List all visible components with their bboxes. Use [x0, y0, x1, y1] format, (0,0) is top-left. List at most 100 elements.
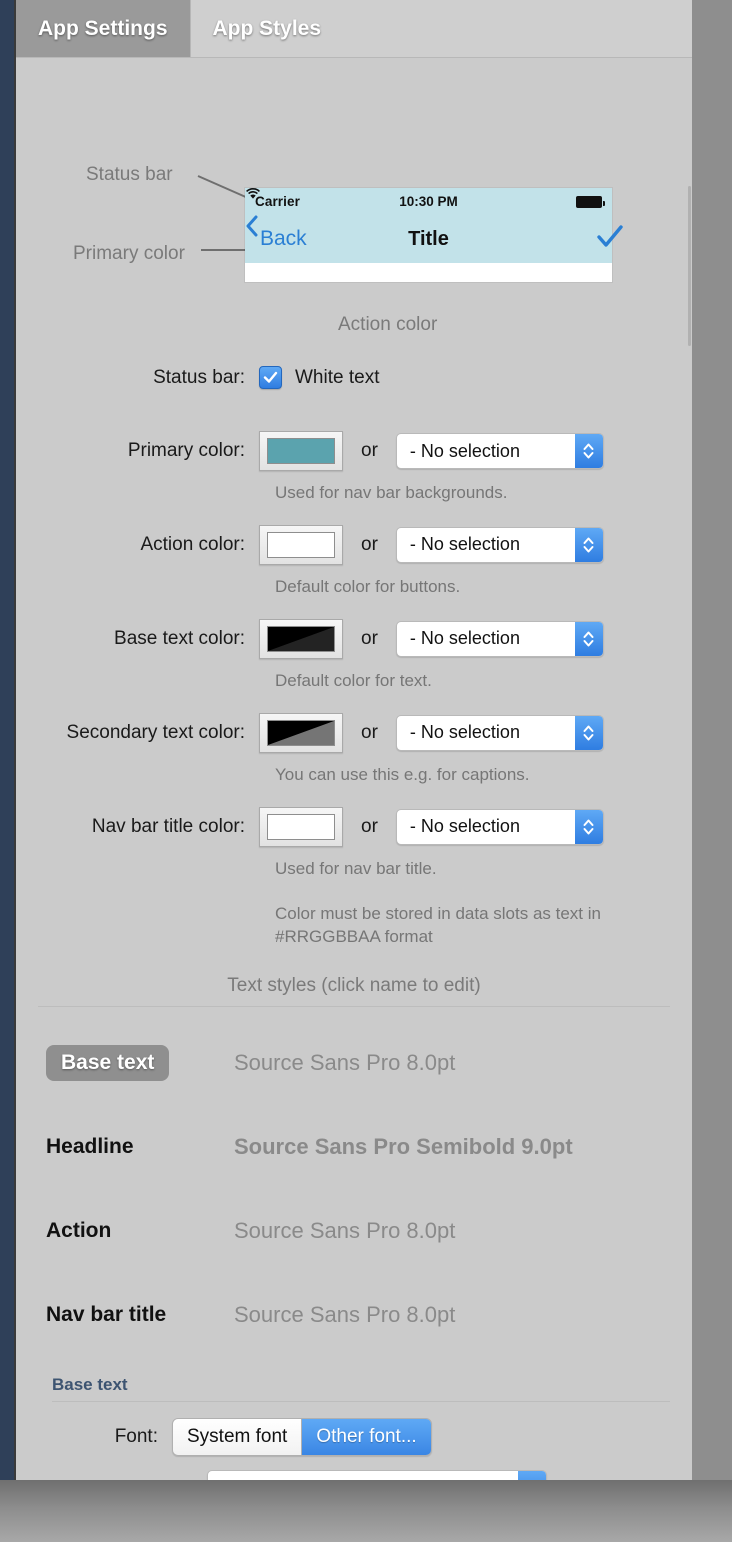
action-color-well[interactable] — [259, 525, 343, 565]
text-style-desc-base-text: Source Sans Pro 8.0pt — [216, 1050, 455, 1076]
text-style-row[interactable]: Base text Source Sans Pro 8.0pt — [16, 1021, 692, 1105]
nav-back-label: Back — [260, 227, 307, 251]
tab-app-styles-label: App Styles — [213, 17, 322, 41]
text-style-name-nav-bar-title[interactable]: Nav bar title — [16, 1303, 216, 1327]
font-source-segmented-control[interactable]: System font Other font... — [172, 1418, 432, 1456]
desktop-background — [0, 1480, 732, 1542]
nav-bar-title-color-swatch — [267, 814, 335, 840]
form-row-secondary-text-color: Secondary text color: or - No selection — [16, 713, 692, 753]
text-styles-list: Base text Source Sans Pro 8.0pt Headline… — [16, 1007, 692, 1357]
white-text-checkbox[interactable] — [259, 366, 282, 389]
primary-color-hint: Used for nav bar backgrounds. — [275, 482, 692, 505]
app-window: App Settings App Styles — [16, 0, 692, 1480]
secondary-text-color-well[interactable] — [259, 713, 343, 753]
white-text-checkbox-label: White text — [295, 367, 379, 389]
text-style-name-headline[interactable]: Headline — [16, 1135, 216, 1159]
text-style-desc-nav-bar-title: Source Sans Pro 8.0pt — [216, 1302, 455, 1328]
form-row-action-color: Action color: or - No selection — [16, 525, 692, 565]
primary-color-swatch — [267, 438, 335, 464]
chevron-updown-icon[interactable] — [575, 528, 603, 562]
battery-icon — [576, 196, 602, 208]
status-bar-row-label: Status bar: — [16, 367, 259, 389]
base-text-color-slot-value: - No selection — [397, 628, 520, 649]
editor-row-font-family: Source Sans Pro — [52, 1470, 670, 1480]
chevron-updown-icon[interactable] — [575, 716, 603, 750]
callout-label-primary-color: Primary color — [73, 243, 185, 265]
chevron-updown-icon[interactable] — [575, 810, 603, 844]
phone-preview: Carrier 10:30 PM — [245, 188, 612, 282]
text-style-row[interactable]: Action Source Sans Pro 8.0pt — [16, 1189, 692, 1273]
form-row-status-bar: Status bar: White text — [16, 366, 692, 389]
vertical-scrollbar[interactable] — [688, 186, 691, 346]
screen-root: App Settings App Styles — [0, 0, 732, 1542]
chevron-updown-icon[interactable] — [575, 434, 603, 468]
style-editor-group-title: Base text — [52, 1375, 670, 1395]
secondary-text-color-swatch — [267, 720, 335, 746]
text-style-name-action[interactable]: Action — [16, 1219, 216, 1243]
style-editor-group-rule — [52, 1401, 670, 1402]
callout-label-status-bar: Status bar — [86, 164, 173, 186]
primary-color-row-label: Primary color: — [16, 440, 259, 462]
phone-status-bar: Carrier 10:30 PM — [245, 188, 612, 215]
secondary-text-color-slot-popup[interactable]: - No selection — [396, 715, 604, 751]
white-text-checkbox-wrap[interactable]: White text — [259, 366, 379, 389]
base-text-color-row-label: Base text color: — [16, 628, 259, 650]
tab-app-settings-label: App Settings — [38, 17, 168, 41]
form-row-nav-bar-title-color: Nav bar title color: or - No selection — [16, 807, 692, 847]
primary-color-well[interactable] — [259, 431, 343, 471]
action-color-slot-popup[interactable]: - No selection — [396, 527, 604, 563]
text-style-name-cell[interactable]: Base text — [16, 1045, 216, 1081]
chevron-updown-icon[interactable] — [575, 622, 603, 656]
editor-row-font: Font: System font Other font... — [52, 1418, 670, 1456]
secondary-text-color-row-label: Secondary text color: — [16, 722, 259, 744]
segment-system-font[interactable]: System font — [173, 1419, 302, 1455]
status-carrier-label: Carrier — [255, 194, 300, 209]
nav-bar-title-color-slot-popup[interactable]: - No selection — [396, 809, 604, 845]
status-time-label: 10:30 PM — [245, 194, 612, 209]
text-styles-section-title: Text styles (click name to edit) — [16, 975, 692, 997]
nav-bar-title-color-row-label: Nav bar title color: — [16, 816, 259, 838]
base-text-color-well[interactable] — [259, 619, 343, 659]
text-style-desc-headline: Source Sans Pro Semibold 9.0pt — [216, 1134, 573, 1160]
secondary-text-or-label: or — [361, 722, 378, 744]
style-editor-group: Base text Font: System font Other font..… — [16, 1375, 692, 1480]
nav-back-button[interactable]: Back — [257, 227, 307, 251]
base-text-color-hint: Default color for text. — [275, 670, 692, 693]
nav-bar-title-color-slot-value: - No selection — [397, 816, 520, 837]
nav-bar-title-color-well[interactable] — [259, 807, 343, 847]
font-family-popup[interactable]: Source Sans Pro — [207, 1470, 547, 1480]
text-style-desc-action: Source Sans Pro 8.0pt — [216, 1218, 455, 1244]
phone-nav-area: Carrier 10:30 PM — [245, 188, 612, 263]
tab-app-styles[interactable]: App Styles — [191, 0, 344, 58]
tab-app-settings[interactable]: App Settings — [16, 0, 191, 58]
base-text-color-swatch — [267, 626, 335, 652]
nav-bar-preview-diagram: Status bar Primary color Action color Ca… — [16, 58, 692, 258]
styles-form: Status bar: White text Primary color: — [16, 366, 692, 949]
text-style-row[interactable]: Nav bar title Source Sans Pro 8.0pt — [16, 1273, 692, 1357]
primary-color-slot-popup[interactable]: - No selection — [396, 433, 604, 469]
chevron-updown-icon[interactable] — [518, 1471, 546, 1480]
nav-bar-title-or-label: or — [361, 816, 378, 838]
color-format-note: Color must be stored in data slots as te… — [275, 903, 620, 949]
tab-bar: App Settings App Styles — [16, 0, 692, 58]
phone-nav-bar: Back Title — [245, 215, 612, 263]
font-row-label: Font: — [52, 1426, 172, 1448]
action-color-row-label: Action color: — [16, 534, 259, 556]
action-color-hint: Default color for buttons. — [275, 576, 692, 599]
base-text-color-slot-popup[interactable]: - No selection — [396, 621, 604, 657]
text-style-row[interactable]: Headline Source Sans Pro Semibold 9.0pt — [16, 1105, 692, 1189]
check-icon — [263, 371, 278, 384]
callout-label-action-color: Action color — [338, 314, 437, 336]
primary-color-slot-value: - No selection — [397, 441, 520, 462]
base-text-or-label: or — [361, 628, 378, 650]
secondary-text-color-slot-value: - No selection — [397, 722, 520, 743]
form-row-base-text-color: Base text color: or - No selection — [16, 619, 692, 659]
primary-or-label: or — [361, 440, 378, 462]
form-row-primary-color: Primary color: or - No selection — [16, 431, 692, 471]
segment-other-font[interactable]: Other font... — [302, 1419, 430, 1455]
action-color-swatch — [267, 532, 335, 558]
secondary-text-color-hint: You can use this e.g. for captions. — [275, 764, 692, 787]
settings-content: Status bar Primary color Action color Ca… — [16, 58, 692, 1480]
action-or-label: or — [361, 534, 378, 556]
text-style-name-base-text[interactable]: Base text — [46, 1045, 169, 1081]
